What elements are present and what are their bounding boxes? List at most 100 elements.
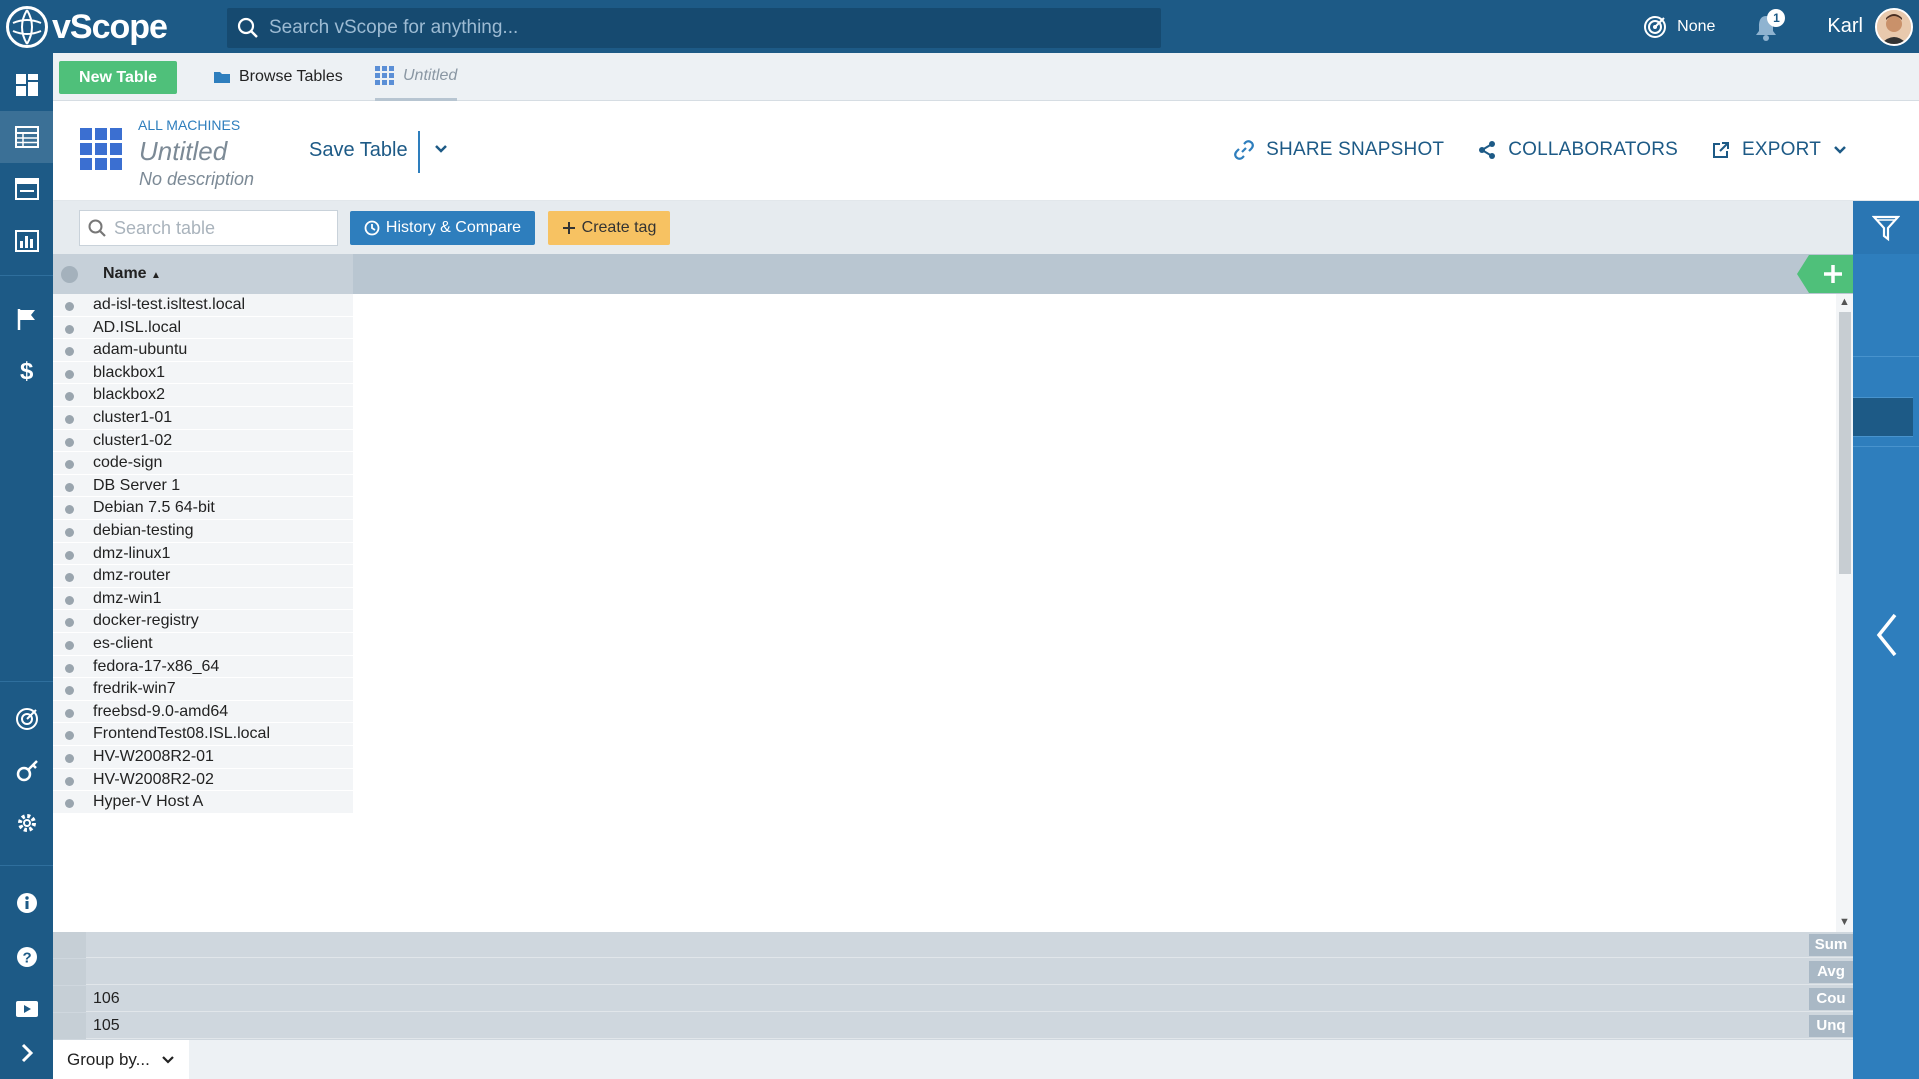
row-select-checkbox[interactable] [65,392,74,402]
history-compare-button[interactable]: History & Compare [350,211,535,245]
save-table-button[interactable]: Save Table [309,139,408,162]
collaborators-button[interactable]: COLLABORATORS [1478,139,1678,161]
table-search[interactable] [79,210,338,246]
info-icon [16,893,37,913]
select-all-checkbox[interactable] [61,266,78,283]
group-by-dropdown[interactable]: Group by... [53,1040,189,1079]
row-select-checkbox[interactable] [65,550,74,560]
table-row[interactable]: HV-W2008R2-01 [53,746,353,769]
row-select-checkbox[interactable] [65,505,74,515]
create-tag-button[interactable]: Create tag [548,211,670,245]
sidebar-item-dashboard[interactable] [0,59,53,111]
row-select-checkbox[interactable] [65,528,74,537]
row-select-checkbox[interactable] [65,663,74,673]
table-row[interactable]: code-sign [53,452,353,475]
row-name: blackbox2 [93,386,166,404]
share-snapshot-button[interactable]: SHARE SNAPSHOT [1234,139,1444,161]
sidebar-item-costs[interactable]: $ [0,345,53,397]
avatar[interactable] [1875,7,1913,46]
page-title[interactable]: Untitled [139,136,227,167]
environment-selector[interactable]: None [1643,15,1715,39]
table-row[interactable]: blackbox1 [53,361,353,385]
chevron-down-icon[interactable] [434,144,448,154]
scroll-down-arrow[interactable]: ▼ [1839,916,1850,928]
add-column-button[interactable] [1797,255,1853,293]
table-row[interactable]: Hyper-V Host A [53,791,353,814]
panel-section[interactable] [1853,397,1913,437]
summary-label[interactable]: Unq [1809,1015,1853,1037]
global-search-input[interactable] [269,17,1129,39]
row-select-checkbox[interactable] [65,347,74,357]
scroll-up-arrow[interactable]: ▲ [1839,296,1850,308]
page-description[interactable]: No description [139,169,254,190]
global-search[interactable] [227,8,1161,48]
row-select-checkbox[interactable] [65,641,74,650]
sidebar-item-reports[interactable] [0,163,53,215]
table-row[interactable]: HV-W2008R2-02 [53,768,353,792]
sidebar-item-charts[interactable] [0,215,53,267]
table-search-input[interactable] [114,217,334,239]
table-row[interactable]: ad-isl-test.isltest.local [53,294,353,317]
table-row[interactable]: blackbox2 [53,384,353,407]
vertical-scrollbar[interactable]: ▲ ▼ [1836,294,1853,932]
new-table-button[interactable]: New Table [59,61,177,94]
table-row[interactable]: fredrik-win7 [53,678,353,701]
table-row[interactable]: dmz-win1 [53,587,353,611]
row-select-checkbox[interactable] [65,302,74,311]
sidebar-item-discovery[interactable] [0,693,53,745]
table-row[interactable]: adam-ubuntu [53,339,353,362]
row-name: dmz-linux1 [93,544,171,562]
sidebar-item-credentials[interactable] [0,745,53,797]
tab-browse-tables[interactable]: Browse Tables [213,53,343,101]
row-select-checkbox[interactable] [65,618,74,628]
chevron-left-icon[interactable] [1875,613,1899,657]
table-row[interactable]: FrontendTest08.ISL.local [53,723,353,746]
row-select-checkbox[interactable] [65,595,74,605]
table-row[interactable]: AD.ISL.local [53,316,353,340]
filter-button[interactable] [1853,201,1919,254]
row-select-checkbox[interactable] [65,799,74,809]
row-select-checkbox[interactable] [65,776,74,786]
tab-untitled[interactable]: Untitled [375,53,458,101]
table-row[interactable]: fedora-17-x86_64 [53,655,353,679]
name-column-header[interactable]: Name ▲ [53,254,353,294]
sidebar-item-info[interactable] [0,877,53,929]
notifications-button[interactable]: 1 [1753,8,1786,41]
breadcrumb[interactable]: ALL MACHINES [138,117,240,133]
table-row[interactable]: cluster1-01 [53,407,353,430]
row-select-checkbox[interactable] [65,460,74,470]
table-row[interactable]: debian-testing [53,520,353,543]
sidebar-expand-button[interactable] [0,1027,53,1079]
export-button[interactable]: EXPORT [1712,139,1847,161]
sidebar-item-settings[interactable] [0,797,53,849]
row-select-checkbox[interactable] [65,482,74,492]
scrollbar-thumb[interactable] [1839,312,1851,574]
summary-label[interactable]: Sum [1809,934,1853,956]
sidebar-item-tags[interactable] [0,293,53,345]
row-select-checkbox[interactable] [65,324,74,334]
tab-label: Browse Tables [239,68,343,85]
table-row[interactable]: dmz-linux1 [53,542,353,566]
table-row[interactable]: dmz-router [53,565,353,588]
row-select-checkbox[interactable] [65,437,74,447]
sidebar-item-help[interactable]: ? [0,931,53,983]
table-row[interactable]: freebsd-9.0-amd64 [53,700,353,724]
row-select-checkbox[interactable] [65,573,74,583]
vscope-logo[interactable]: vScope [6,6,168,48]
row-select-checkbox[interactable] [65,708,74,718]
row-select-checkbox[interactable] [65,731,74,741]
row-name: dmz-win1 [93,589,162,607]
row-select-checkbox[interactable] [65,369,74,379]
user-name[interactable]: Karl [1827,15,1863,38]
table-row[interactable]: docker-registry [53,610,353,633]
table-row[interactable]: cluster1-02 [53,429,353,453]
row-select-checkbox[interactable] [65,754,74,763]
summary-label[interactable]: Avg [1809,961,1853,983]
table-row[interactable]: Debian 7.5 64-bit [53,497,353,520]
row-select-checkbox[interactable] [65,686,74,696]
table-row[interactable]: DB Server 1 [53,474,353,498]
table-row[interactable]: es-client [53,633,353,656]
sidebar-item-tables[interactable] [0,111,53,163]
row-select-checkbox[interactable] [65,415,74,424]
summary-label[interactable]: Cou [1809,988,1853,1010]
